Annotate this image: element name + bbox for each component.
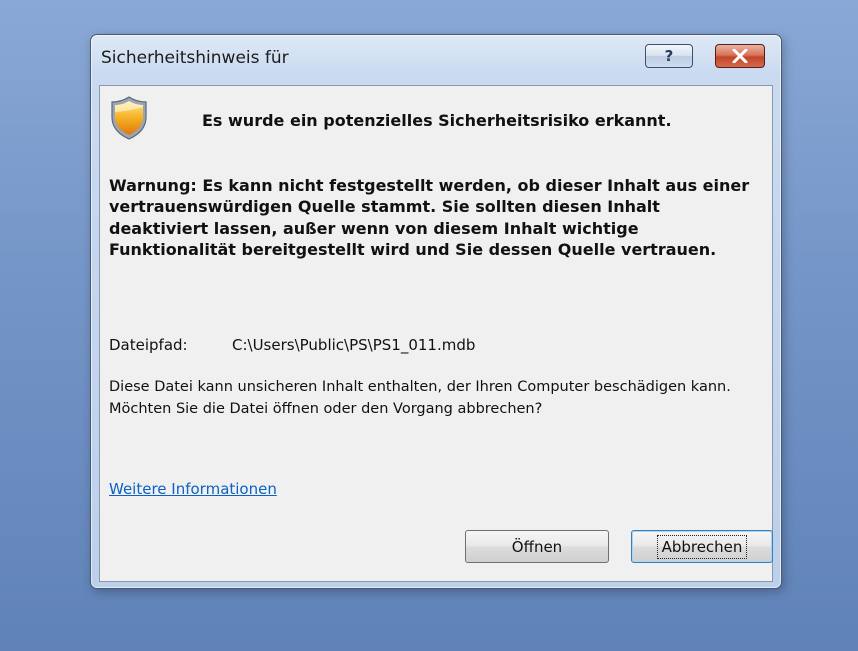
close-button[interactable] bbox=[715, 44, 765, 68]
filepath-value: C:\Users\Public\PS\PS1_011.mdb bbox=[232, 336, 476, 354]
dialog-title: Sicherheitshinweis für bbox=[101, 48, 289, 68]
warning-text: Warnung: Es kann nicht festgestellt werd… bbox=[109, 176, 750, 259]
help-button[interactable]: ? bbox=[645, 44, 693, 68]
open-button-label: Öffnen bbox=[511, 537, 563, 556]
open-button[interactable]: Öffnen bbox=[465, 530, 609, 563]
help-icon: ? bbox=[664, 47, 674, 65]
body-text: Diese Datei kann unsicheren Inhalt entha… bbox=[109, 379, 731, 417]
filepath-row: Dateipfad: C:\Users\Public\PS\PS1_011.md… bbox=[109, 336, 475, 354]
dialog-content: Es wurde ein potenzielles Sicherheitsris… bbox=[99, 85, 773, 582]
security-shield-icon bbox=[111, 96, 147, 140]
title-bar[interactable]: Sicherheitshinweis für ? bbox=[91, 35, 781, 85]
close-icon bbox=[732, 49, 748, 63]
more-info-link[interactable]: Weitere Informationen bbox=[109, 480, 277, 498]
headline: Es wurde ein potenzielles Sicherheitsris… bbox=[202, 111, 672, 130]
filepath-label: Dateipfad: bbox=[109, 336, 188, 354]
security-notice-dialog: Sicherheitshinweis für ? Es wurde ein po… bbox=[90, 34, 782, 589]
cancel-button[interactable]: Abbrechen bbox=[631, 530, 773, 563]
cancel-button-label: Abbrechen bbox=[656, 534, 748, 559]
